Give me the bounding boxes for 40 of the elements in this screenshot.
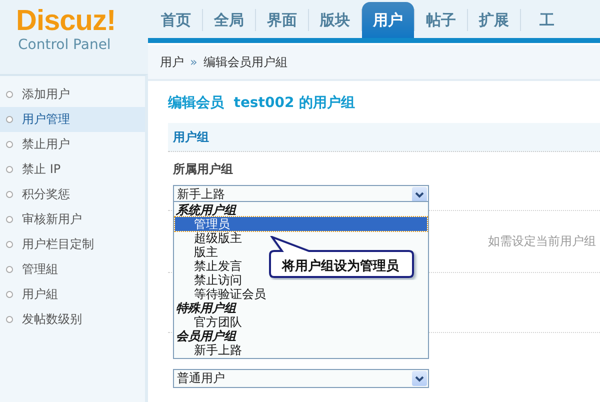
field-label: 所属用户组 xyxy=(172,161,234,177)
dropdown-option[interactable]: 版主 xyxy=(175,245,218,259)
hint-text: 如需设定当前用户组 xyxy=(488,233,596,250)
section-header: 用户组 xyxy=(168,123,600,152)
nav-tab[interactable]: 工 xyxy=(521,2,573,38)
sidebar-item[interactable]: 用户栏目定制 xyxy=(0,232,145,257)
option-group-label: 会员用户组 xyxy=(175,329,238,343)
nav-tab[interactable]: 用户 xyxy=(362,2,414,38)
breadcrumb-separator: » xyxy=(190,55,198,69)
dropdown-option[interactable]: 管理员 xyxy=(175,217,427,231)
dropdown-option[interactable]: 等待验证会员 xyxy=(175,287,266,301)
logo-subtitle: Control Panel xyxy=(18,36,112,54)
dropdown-option[interactable]: 官方团队 xyxy=(175,315,242,329)
sidebar-item[interactable]: 用户管理 xyxy=(0,107,145,132)
user-type-select[interactable]: 普通用户 xyxy=(173,369,429,388)
option-group-label: 系统用户组 xyxy=(174,203,238,217)
logo-text: Discuz! xyxy=(16,6,117,36)
nav-tab[interactable]: 帖子 xyxy=(415,2,467,38)
sidebar-item[interactable]: 积分奖惩 xyxy=(0,182,145,207)
nav-tab[interactable]: 扩展 xyxy=(468,2,520,38)
callout-text: 将用户组设为管理员 xyxy=(282,258,399,275)
dropdown-option[interactable]: 新手上路 xyxy=(175,343,242,357)
breadcrumb-item: 编辑会员用户組 xyxy=(203,54,288,70)
nav-tab[interactable]: 全局 xyxy=(203,2,255,38)
option-group-label: 特殊用户组 xyxy=(175,301,238,315)
sidebar-item[interactable]: 发帖数级别 xyxy=(0,307,145,332)
sidebar-item[interactable]: 禁止 IP xyxy=(0,157,145,182)
dropdown-option[interactable]: 禁止发言 xyxy=(175,259,242,273)
sidebar-item[interactable]: 添加用户 xyxy=(0,82,145,107)
sidebar-item[interactable]: 用户組 xyxy=(0,282,145,307)
nav-tab[interactable]: 版块 xyxy=(309,2,361,38)
dropdown-option[interactable]: 超级版主 xyxy=(175,231,242,245)
sidebar-item[interactable]: 禁止用户 xyxy=(0,132,145,157)
nav-tab[interactable]: 界面 xyxy=(256,2,308,38)
page-title: 编辑会员 test002 的用户组 xyxy=(168,94,356,113)
dropdown-option[interactable]: 禁止访问 xyxy=(175,273,242,287)
sidebar-item[interactable]: 管理組 xyxy=(0,257,145,282)
nav-tab[interactable]: 首页 xyxy=(150,2,202,38)
breadcrumb-item[interactable]: 用户 xyxy=(160,54,184,70)
sidebar-item[interactable]: 审核新用户 xyxy=(0,207,145,232)
